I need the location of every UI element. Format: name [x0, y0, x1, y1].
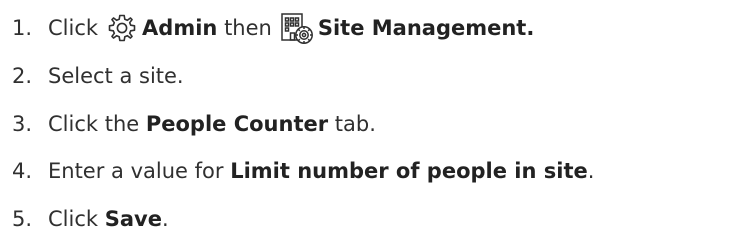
- building-gear-icon: [280, 12, 314, 44]
- step-4: 4. Enter a value for Limit number of peo…: [12, 157, 594, 185]
- step-text: .: [587, 159, 595, 183]
- step-text: Click: [48, 207, 99, 231]
- step-text: Click: [48, 16, 99, 40]
- step-number: 5.: [12, 207, 33, 231]
- save-button-text: Save: [104, 207, 162, 231]
- step-2: 2. Select a site.: [12, 62, 184, 90]
- step-text: Select a site.: [48, 64, 184, 88]
- people-counter-tab-text: People Counter: [145, 112, 329, 136]
- step-text: Enter a value for: [48, 159, 224, 183]
- limit-field-text: Limit number of people in site: [230, 159, 588, 183]
- step-1: 1. Click Admin then Site Management.: [12, 12, 534, 44]
- step-number: 4.: [12, 159, 33, 183]
- step-text: tab.: [334, 112, 376, 136]
- step-number: 3.: [12, 112, 33, 136]
- gear-icon: [106, 13, 138, 43]
- step-text: .: [161, 207, 169, 231]
- step-number: 1.: [12, 16, 33, 40]
- admin-link-text: Admin: [142, 16, 218, 40]
- step-number: 2.: [12, 64, 33, 88]
- instruction-steps: 1. Click Admin then Site Management. 2. …: [0, 0, 731, 250]
- site-management-link-text: Site Management.: [317, 16, 535, 40]
- step-text: then: [224, 16, 272, 40]
- step-3: 3. Click the People Counter tab.: [12, 110, 376, 138]
- step-5: 5. Click Save .: [12, 205, 169, 233]
- step-text: Click the: [48, 112, 140, 136]
